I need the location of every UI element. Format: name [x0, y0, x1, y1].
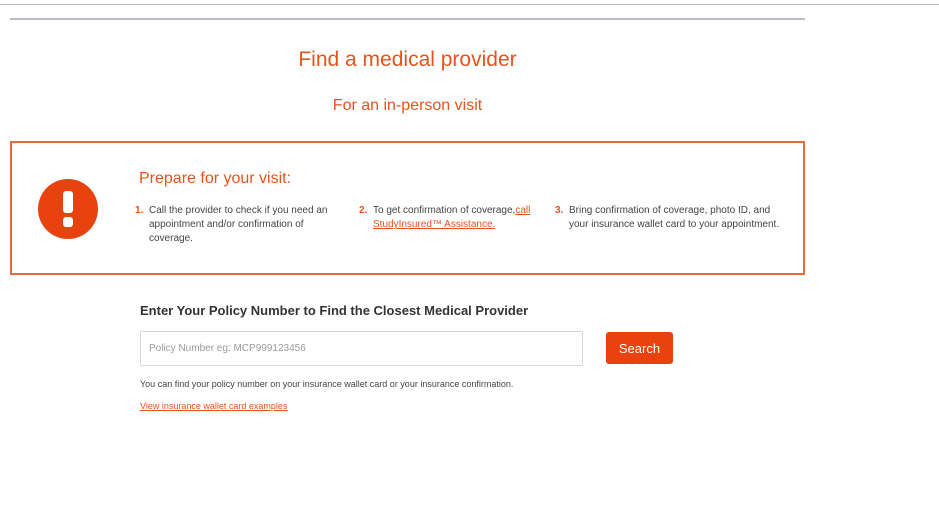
step-number: 1. [135, 205, 144, 216]
prepare-visit-notice: Prepare for your visit: 1. Call the prov… [10, 141, 805, 275]
step-text: To get confirmation of coverage, [373, 205, 516, 216]
search-button[interactable]: Search [606, 332, 673, 364]
step-text: Bring confirmation of coverage, photo ID… [569, 205, 780, 230]
top-divider [0, 4, 939, 5]
step-number: 3. [555, 205, 564, 216]
exclamation-icon [38, 179, 98, 239]
page-title: Find a medical provider [298, 48, 517, 71]
step-text: Call the provider to check if you need a… [149, 205, 328, 244]
step-text-container: To get confirmation of coverage,call Stu… [373, 204, 549, 232]
policy-number-input[interactable] [140, 331, 583, 366]
policy-heading: Enter Your Policy Number to Find the Clo… [140, 303, 529, 318]
policy-help-text: You can find your policy number on your … [140, 379, 514, 389]
page-subtitle: For an in-person visit [332, 97, 483, 114]
wallet-card-examples-link[interactable]: View insurance wallet card examples [140, 401, 287, 411]
step-number: 2. [359, 205, 368, 216]
content-divider [10, 18, 805, 20]
notice-heading: Prepare for your visit: [139, 170, 292, 187]
